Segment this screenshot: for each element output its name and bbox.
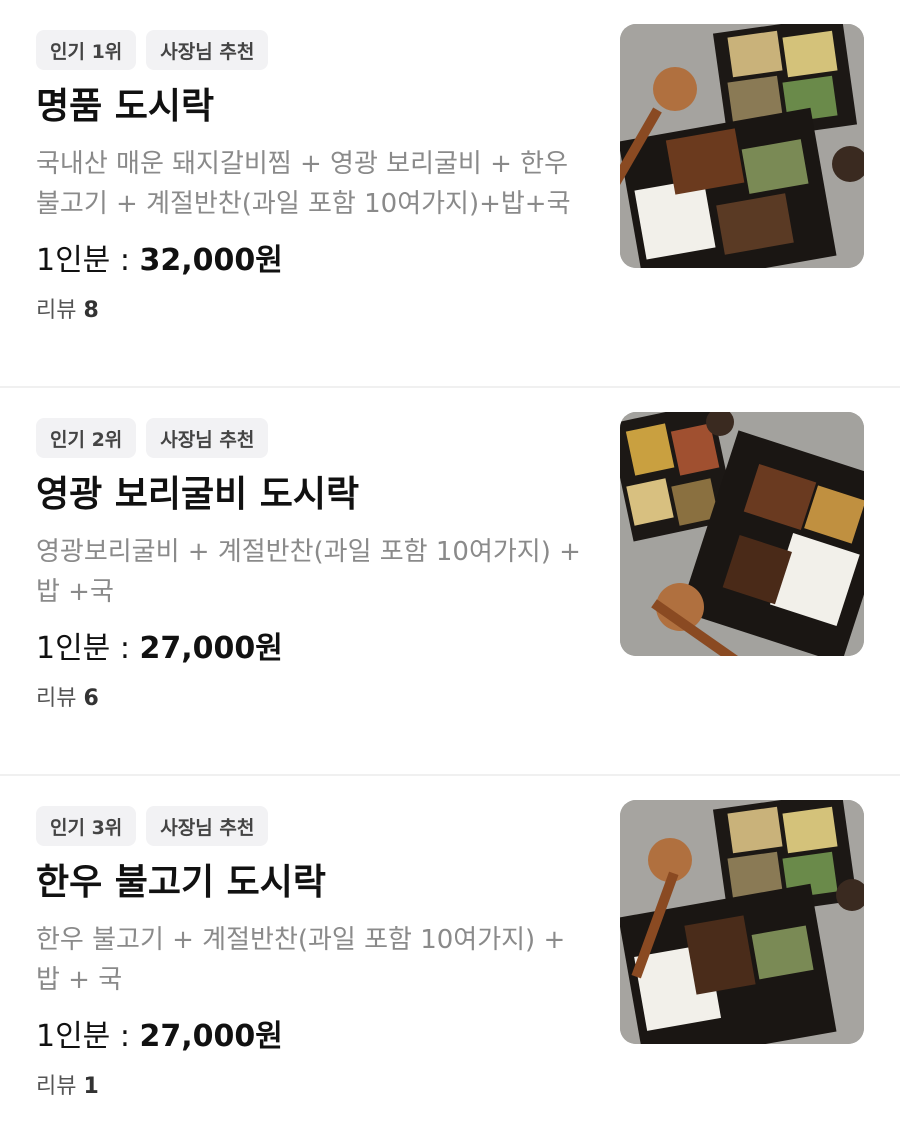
menu-title: 영광 보리굴비 도시락 bbox=[36, 474, 360, 515]
price-label: 1인분 : bbox=[36, 631, 140, 666]
price-amount: 27,000원 bbox=[139, 631, 283, 666]
price-amount: 27,000원 bbox=[139, 1019, 283, 1054]
lunchbox-photo-icon bbox=[620, 412, 864, 656]
popularity-badge: 인기 1위 bbox=[36, 30, 137, 70]
price-row: 1인분 : 32,000원 bbox=[36, 240, 596, 282]
review-label: 리뷰 bbox=[36, 298, 84, 323]
review-count: 6 bbox=[83, 686, 99, 711]
lunchbox-photo-icon bbox=[620, 800, 864, 1044]
lunchbox-photo-icon bbox=[620, 24, 864, 268]
price-label: 1인분 : bbox=[36, 1019, 140, 1054]
badge-group: 인기 1위 사장님 추천 bbox=[36, 30, 596, 70]
review-count: 1 bbox=[83, 1074, 99, 1099]
price-label: 1인분 : bbox=[36, 243, 140, 278]
menu-item-gulbi-lunchbox[interactable]: 인기 2위 사장님 추천 영광 보리굴비 도시락 영광보리굴비 + 계절반찬(과… bbox=[0, 388, 900, 776]
owner-recommend-badge: 사장님 추천 bbox=[146, 806, 269, 846]
menu-item-premium-lunchbox[interactable]: 인기 1위 사장님 추천 명품 도시락 국내산 매운 돼지갈비찜 + 영광 보리… bbox=[0, 0, 900, 388]
menu-title: 명품 도시락 bbox=[36, 86, 215, 127]
menu-thumbnail[interactable] bbox=[620, 800, 864, 1044]
review-label: 리뷰 bbox=[36, 1074, 84, 1099]
menu-item-info: 인기 2위 사장님 추천 영광 보리굴비 도시락 영광보리굴비 + 계절반찬(과… bbox=[36, 418, 596, 714]
menu-item-info: 인기 3위 사장님 추천 한우 불고기 도시락 한우 불고기 + 계절반찬(과일… bbox=[36, 806, 596, 1102]
menu-description: 영광보리굴비 + 계절반찬(과일 포함 10여가지) + 밥 +국 bbox=[36, 537, 581, 607]
menu-item-bulgogi-lunchbox[interactable]: 인기 3위 사장님 추천 한우 불고기 도시락 한우 불고기 + 계절반찬(과일… bbox=[0, 776, 900, 1148]
review-count: 8 bbox=[83, 298, 99, 323]
badge-group: 인기 2위 사장님 추천 bbox=[36, 418, 596, 458]
menu-title: 한우 불고기 도시락 bbox=[36, 862, 327, 903]
review-row: 리뷰 6 bbox=[36, 684, 596, 714]
review-label: 리뷰 bbox=[36, 686, 84, 711]
owner-recommend-badge: 사장님 추천 bbox=[146, 30, 269, 70]
menu-description: 국내산 매운 돼지갈비찜 + 영광 보리굴비 + 한우 불고기 + 계절반찬(과… bbox=[36, 149, 571, 219]
review-row: 리뷰 8 bbox=[36, 296, 596, 326]
menu-list: 인기 1위 사장님 추천 명품 도시락 국내산 매운 돼지갈비찜 + 영광 보리… bbox=[0, 0, 900, 1148]
owner-recommend-badge: 사장님 추천 bbox=[146, 418, 269, 458]
menu-description: 한우 불고기 + 계절반찬(과일 포함 10여가지) + 밥 + 국 bbox=[36, 925, 566, 995]
price-row: 1인분 : 27,000원 bbox=[36, 628, 596, 670]
price-row: 1인분 : 27,000원 bbox=[36, 1016, 596, 1058]
badge-group: 인기 3위 사장님 추천 bbox=[36, 806, 596, 846]
review-row: 리뷰 1 bbox=[36, 1072, 596, 1102]
menu-item-info: 인기 1위 사장님 추천 명품 도시락 국내산 매운 돼지갈비찜 + 영광 보리… bbox=[36, 30, 596, 326]
menu-thumbnail[interactable] bbox=[620, 412, 864, 656]
popularity-badge: 인기 2위 bbox=[36, 418, 137, 458]
menu-thumbnail[interactable] bbox=[620, 24, 864, 268]
price-amount: 32,000원 bbox=[139, 243, 283, 278]
popularity-badge: 인기 3위 bbox=[36, 806, 137, 846]
